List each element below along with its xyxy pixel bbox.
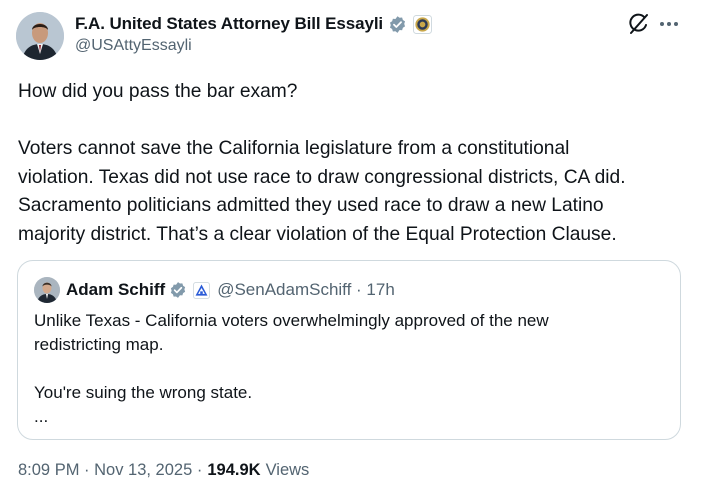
tweet-text: How did you pass the bar exam? Voters ca… — [18, 78, 688, 249]
tweet-timestamp[interactable]: 8:09 PM · Nov 13, 2025 · — [18, 461, 202, 480]
views-count[interactable]: 194.9K — [207, 461, 260, 480]
quoted-author-name[interactable]: Adam Schiff — [66, 280, 165, 300]
verified-badge-icon[interactable] — [169, 281, 187, 299]
views-label: Views — [265, 461, 310, 479]
author-line: F.A. United States Attorney Bill Essayli — [75, 12, 433, 36]
quoted-author-avatar[interactable] — [34, 277, 60, 303]
tweet-line: How did you pass the bar exam? — [18, 81, 298, 102]
quoted-handle-time[interactable]: @SenAdamSchiff · 17h — [217, 280, 395, 300]
quoted-line: You're suing the wrong state. — [34, 383, 253, 402]
author-handle[interactable]: @USAttyEssayli — [75, 37, 192, 55]
quoted-line: ... — [34, 407, 49, 426]
author-name[interactable]: F.A. United States Attorney Bill Essayli — [75, 14, 383, 34]
quoted-line: redistricting map. — [34, 335, 164, 354]
quoted-line: Unlike Texas - California voters overwhe… — [34, 311, 549, 330]
author-avatar[interactable] — [16, 12, 64, 60]
senate-affiliation-icon[interactable] — [193, 281, 211, 299]
quoted-tweet-card[interactable]: Adam Schiff @SenAdamSchiff · 17h Unlike … — [17, 260, 681, 440]
tweet-line: violation. Texas did not use race to dra… — [18, 166, 626, 188]
tweet-line: majority district. That’s a clear violat… — [18, 223, 617, 245]
doj-seal-icon[interactable] — [413, 14, 433, 34]
more-options-icon[interactable] — [656, 12, 682, 36]
grok-icon[interactable] — [626, 12, 650, 36]
quoted-tweet-header: Adam Schiff @SenAdamSchiff · 17h — [66, 277, 395, 303]
quoted-tweet-text: Unlike Texas - California voters overwhe… — [34, 309, 664, 429]
tweet-line: Voters cannot save the California legisl… — [18, 138, 570, 159]
verified-badge-icon[interactable] — [388, 15, 407, 34]
tweet-footer: 8:09 PM · Nov 13, 2025 · 194.9K Views — [18, 461, 309, 480]
tweet-line: Sacramento politicians admitted they use… — [18, 195, 604, 216]
